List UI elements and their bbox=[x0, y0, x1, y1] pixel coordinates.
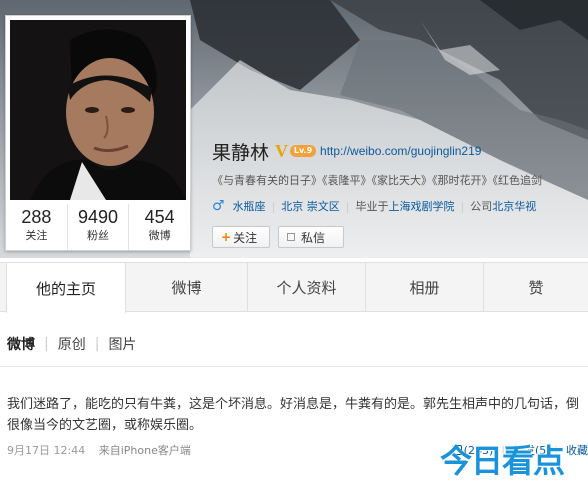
profile-tabs: 他的主页 微博 个人资料 相册 赞 bbox=[0, 262, 588, 313]
stat-following-label: 关注 bbox=[25, 229, 48, 242]
verified-icon[interactable]: V bbox=[275, 141, 288, 162]
stat-following-count: 288 bbox=[21, 207, 52, 227]
school-prefix: 毕业于 bbox=[355, 200, 389, 213]
filter-divider: | bbox=[94, 336, 100, 352]
post-time-link[interactable]: 9月17日 12:44 bbox=[7, 444, 85, 457]
message-icon bbox=[287, 233, 295, 241]
tab-profile-info[interactable]: 个人资料 bbox=[248, 263, 366, 311]
stat-posts[interactable]: 454 微博 bbox=[129, 204, 190, 250]
follow-button-label: 关注 bbox=[233, 230, 258, 245]
male-gender-icon: ♂ bbox=[212, 198, 225, 214]
follow-button[interactable]: + 关注 bbox=[212, 226, 270, 248]
avatar-card: 288 关注 9490 粉丝 454 微博 bbox=[5, 15, 191, 251]
filter-divider: | bbox=[44, 336, 49, 352]
profile-name-row: 果静林 V Lv.9 http://weibo.com/guojinglin21… bbox=[212, 138, 481, 164]
profile-info: ♂ 水瓶座 | 北京 崇文区 | 毕业于 上海戏剧学院 | 公司 北京华视 bbox=[212, 198, 588, 214]
feed-divider bbox=[0, 366, 588, 367]
company-link[interactable]: 北京华视 bbox=[492, 198, 536, 214]
company-prefix: 公司 bbox=[470, 200, 493, 213]
tab-home[interactable]: 他的主页 bbox=[6, 263, 126, 313]
profile-actions: + 关注 私信 bbox=[212, 226, 352, 248]
avatar[interactable] bbox=[10, 20, 186, 200]
tab-likes[interactable]: 赞 bbox=[484, 263, 588, 311]
tab-weibo[interactable]: 微博 bbox=[126, 263, 248, 311]
stat-followers-label: 粉丝 bbox=[87, 229, 109, 242]
plus-icon: + bbox=[221, 230, 232, 244]
school-link[interactable]: 上海戏剧学院 bbox=[389, 198, 455, 214]
tab-albums[interactable]: 相册 bbox=[366, 263, 484, 311]
message-button[interactable]: 私信 bbox=[278, 226, 344, 248]
collect-button[interactable]: 收藏 bbox=[566, 442, 588, 458]
stat-posts-count: 454 bbox=[144, 207, 175, 227]
profile-name: 果静林 bbox=[212, 141, 270, 164]
profile-works: 《与青春有关的日子》《袁隆平》《家比天大》《那时花开》《红色追剑 bbox=[212, 174, 542, 187]
info-divider: | bbox=[460, 199, 465, 213]
stat-followers-count: 9490 bbox=[77, 207, 119, 227]
stat-following[interactable]: 288 关注 bbox=[6, 204, 68, 250]
message-button-label: 私信 bbox=[301, 230, 326, 245]
feed-filter: 微博 | 原创 | 图片 bbox=[7, 334, 136, 354]
stat-posts-label: 微博 bbox=[148, 229, 171, 242]
filter-images[interactable]: 图片 bbox=[108, 334, 136, 354]
location-link[interactable]: 北京 崇文区 bbox=[281, 198, 340, 214]
post-source: 来自iPhone客户端 bbox=[98, 444, 191, 457]
watermark-logo: 今日看点 bbox=[440, 442, 565, 480]
info-divider: | bbox=[271, 199, 276, 213]
filter-all-weibo[interactable]: 微博 bbox=[7, 334, 35, 354]
info-divider: | bbox=[345, 199, 350, 213]
avatar-portrait-image bbox=[10, 20, 186, 200]
profile-url-link[interactable]: http://weibo.com/guojinglin219 bbox=[320, 144, 481, 158]
filter-original[interactable]: 原创 bbox=[58, 334, 86, 354]
profile-stats: 288 关注 9490 粉丝 454 微博 bbox=[6, 204, 190, 250]
level-badge-icon[interactable]: Lv.9 bbox=[290, 145, 317, 157]
zodiac-link[interactable]: 水瓶座 bbox=[233, 198, 266, 214]
post-text: 我们迷路了，能吃的只有牛粪，这是个坏消息。好消息是，牛粪有的是。郭先生相声中的几… bbox=[7, 397, 580, 433]
stat-followers[interactable]: 9490 粉丝 bbox=[68, 204, 130, 250]
